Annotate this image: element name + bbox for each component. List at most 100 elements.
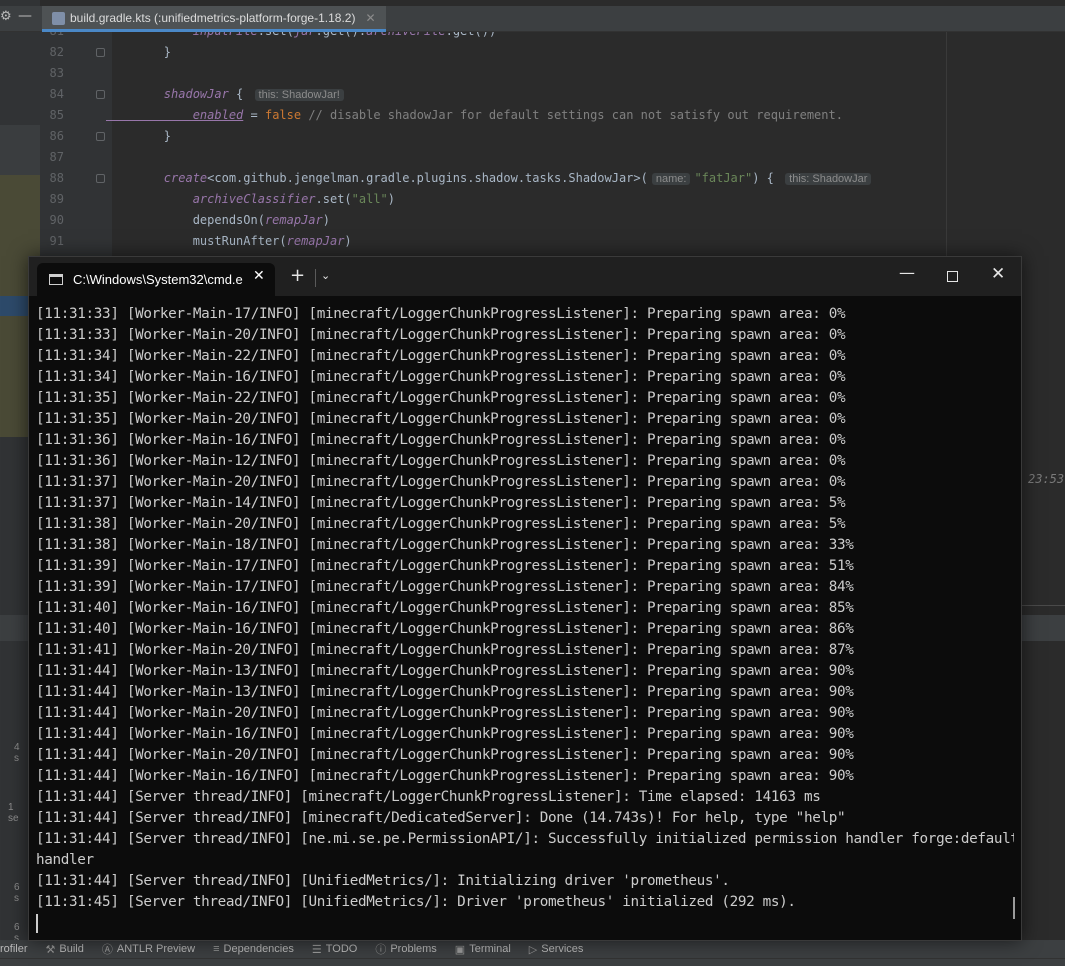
- tool-window-label: Build: [59, 943, 84, 955]
- tool-window-button[interactable]: ▷ Services: [529, 943, 584, 956]
- code-line[interactable]: 87: [40, 147, 1065, 168]
- code-line[interactable]: 84 shadowJar { this: ShadowJar!: [40, 84, 1065, 105]
- minimize-button[interactable]: —: [899, 263, 915, 282]
- code-token: }: [106, 45, 172, 59]
- terminal-line: [11:31:44] [Worker-Main-13/INFO] [minecr…: [36, 663, 854, 679]
- code-line[interactable]: 85 enabled = false // disable shadowJar …: [40, 105, 1065, 126]
- code-token: shadowJar: [106, 87, 229, 101]
- gradle-file-icon: [52, 12, 65, 25]
- line-number: 86: [49, 129, 64, 143]
- code-line[interactable]: 82 }: [40, 42, 1065, 63]
- terminal-line: [11:31:40] [Worker-Main-16/INFO] [minecr…: [36, 621, 854, 637]
- tool-window-button[interactable]: ≡ Dependencies: [213, 943, 294, 955]
- fold-marker-icon[interactable]: [96, 174, 105, 183]
- terminal-output[interactable]: [11:31:33] [Worker-Main-17/INFO] [minecr…: [36, 304, 1014, 934]
- maximize-button[interactable]: [947, 271, 958, 282]
- fold-marker-icon[interactable]: [96, 132, 105, 141]
- code-token: "fatJar": [694, 171, 753, 185]
- terminal-line: [11:31:44] [Worker-Main-20/INFO] [minecr…: [36, 747, 854, 763]
- close-window-button[interactable]: ✕: [991, 264, 1005, 284]
- code-token: <com.github.jengelman.gradle.plugins.sha…: [207, 171, 648, 185]
- line-number: 90: [49, 213, 64, 227]
- tool-window-button[interactable]: ☰ TODO: [312, 943, 357, 956]
- terminal-line: [11:31:44] [Worker-Main-20/INFO] [minecr…: [36, 705, 854, 721]
- scrollbar-thumb[interactable]: [1013, 897, 1015, 919]
- code-token: .get()): [446, 32, 497, 38]
- tool-window-label: Problems: [390, 943, 437, 955]
- code-token: inputFile: [106, 32, 258, 38]
- terminal-window[interactable]: C:\Windows\System32\cmd.e ✕ + ⌄ — ✕ [11:…: [28, 256, 1022, 941]
- ide-right-panel-header: [1020, 615, 1065, 641]
- chevron-down-icon[interactable]: ⌄: [321, 269, 330, 282]
- tool-window-label: Dependencies: [223, 943, 294, 955]
- code-text: mustRunAfter(remapJar): [106, 231, 352, 252]
- terminal-line: handler: [36, 852, 94, 868]
- fold-marker-icon[interactable]: [96, 90, 105, 99]
- code-line[interactable]: 88 create<com.github.jengelman.gradle.pl…: [40, 168, 1065, 189]
- terminal-line: [11:31:39] [Worker-Main-17/INFO] [minecr…: [36, 558, 854, 574]
- editor-tab[interactable]: build.gradle.kts (:unifiedmetrics-platfo…: [42, 6, 386, 32]
- code-token: }: [106, 129, 172, 143]
- code-line[interactable]: 81 inputFile.set(jar.get().archiveFile.g…: [40, 32, 1065, 42]
- terminal-line: [11:31:36] [Worker-Main-16/INFO] [minecr…: [36, 432, 846, 448]
- terminal-line: [11:31:41] [Worker-Main-20/INFO] [minecr…: [36, 642, 854, 658]
- tool-window-label: rofiler: [0, 943, 28, 955]
- terminal-line: [11:31:44] [Server thread/INFO] [minecra…: [36, 789, 821, 805]
- terminal-line: [11:31:44] [Worker-Main-16/INFO] [minecr…: [36, 768, 854, 784]
- terminal-titlebar[interactable]: C:\Windows\System32\cmd.e ✕ + ⌄ — ✕: [29, 257, 1021, 296]
- terminal-line: [11:31:33] [Worker-Main-20/INFO] [minecr…: [36, 327, 846, 343]
- code-token: dependsOn(: [106, 213, 265, 227]
- code-token: enabled: [106, 108, 244, 122]
- code-line[interactable]: 91 mustRunAfter(remapJar): [40, 231, 1065, 252]
- code-text: inputFile.set(jar.get().archiveFile.get(…: [106, 32, 496, 42]
- close-tab-icon[interactable]: ✕: [253, 268, 265, 284]
- side-time-label: 4 s: [14, 742, 20, 764]
- gear-icon[interactable]: ⚙: [0, 9, 14, 24]
- terminal-prompt-line[interactable]: [36, 913, 1014, 934]
- tool-window-button[interactable]: ⓘ Problems: [375, 941, 436, 957]
- code-token: archiveFile: [366, 32, 445, 38]
- antlr-icon: Ⓐ: [101, 944, 113, 956]
- code-line[interactable]: 89 archiveClassifier.set("all"): [40, 189, 1065, 210]
- right-margin-guide: [946, 32, 947, 262]
- code-token: create: [106, 171, 208, 185]
- terminal-line: [11:31:44] [Server thread/INFO] [Unified…: [36, 873, 730, 889]
- code-text: }: [106, 42, 171, 63]
- terminal-line: [11:31:34] [Worker-Main-22/INFO] [minecr…: [36, 348, 846, 364]
- terminal-line: [11:31:44] [Worker-Main-16/INFO] [minecr…: [36, 726, 854, 742]
- side-time-label: 6 s: [14, 882, 20, 904]
- code-line[interactable]: 86 }: [40, 126, 1065, 147]
- code-line[interactable]: 83: [40, 63, 1065, 84]
- terminal-lines: [11:31:33] [Worker-Main-17/INFO] [minecr…: [36, 304, 1014, 913]
- terminal-line: [11:31:37] [Worker-Main-14/INFO] [minecr…: [36, 495, 846, 511]
- code-token: jar: [294, 32, 316, 38]
- terminal-line: [11:31:44] [Server thread/INFO] [ne.mi.s…: [36, 831, 1014, 847]
- code-text: create<com.github.jengelman.gradle.plugi…: [106, 168, 875, 190]
- line-number: 85: [49, 108, 64, 122]
- terminal-tab-title: C:\Windows\System32\cmd.e: [73, 272, 243, 287]
- terminal-tab[interactable]: C:\Windows\System32\cmd.e ✕: [37, 263, 275, 296]
- text-cursor: [36, 913, 38, 933]
- tool-window-button[interactable]: rofiler: [0, 943, 28, 955]
- layers-icon: ≡: [213, 943, 220, 955]
- close-tab-icon[interactable]: ✕: [365, 11, 375, 25]
- fold-marker-icon[interactable]: [96, 48, 105, 57]
- inlay-hint: name:: [651, 173, 691, 185]
- line-number: 88: [49, 171, 64, 185]
- code-line[interactable]: 90 dependsOn(remapJar): [40, 210, 1065, 231]
- tool-window-button[interactable]: ⚒ Build: [46, 943, 84, 956]
- new-tab-button[interactable]: +: [290, 265, 305, 286]
- code-text: }: [106, 126, 171, 147]
- line-number: 87: [49, 150, 64, 164]
- line-number: 84: [49, 87, 64, 101]
- tool-window-button[interactable]: ▣ Terminal: [455, 943, 511, 956]
- terminal-line: [11:31:45] [Server thread/INFO] [Unified…: [36, 894, 796, 910]
- minimize-icon[interactable]: —: [18, 8, 32, 24]
- code-editor[interactable]: 81 inputFile.set(jar.get().archiveFile.g…: [40, 32, 1065, 262]
- line-number: 91: [49, 234, 64, 248]
- divider: [1020, 605, 1065, 606]
- code-token: false: [264, 108, 302, 122]
- code-token: archiveClassifier: [106, 192, 316, 206]
- terminal-line: [11:31:35] [Worker-Main-20/INFO] [minecr…: [36, 411, 846, 427]
- tool-window-button[interactable]: Ⓐ ANTLR Preview: [102, 941, 195, 957]
